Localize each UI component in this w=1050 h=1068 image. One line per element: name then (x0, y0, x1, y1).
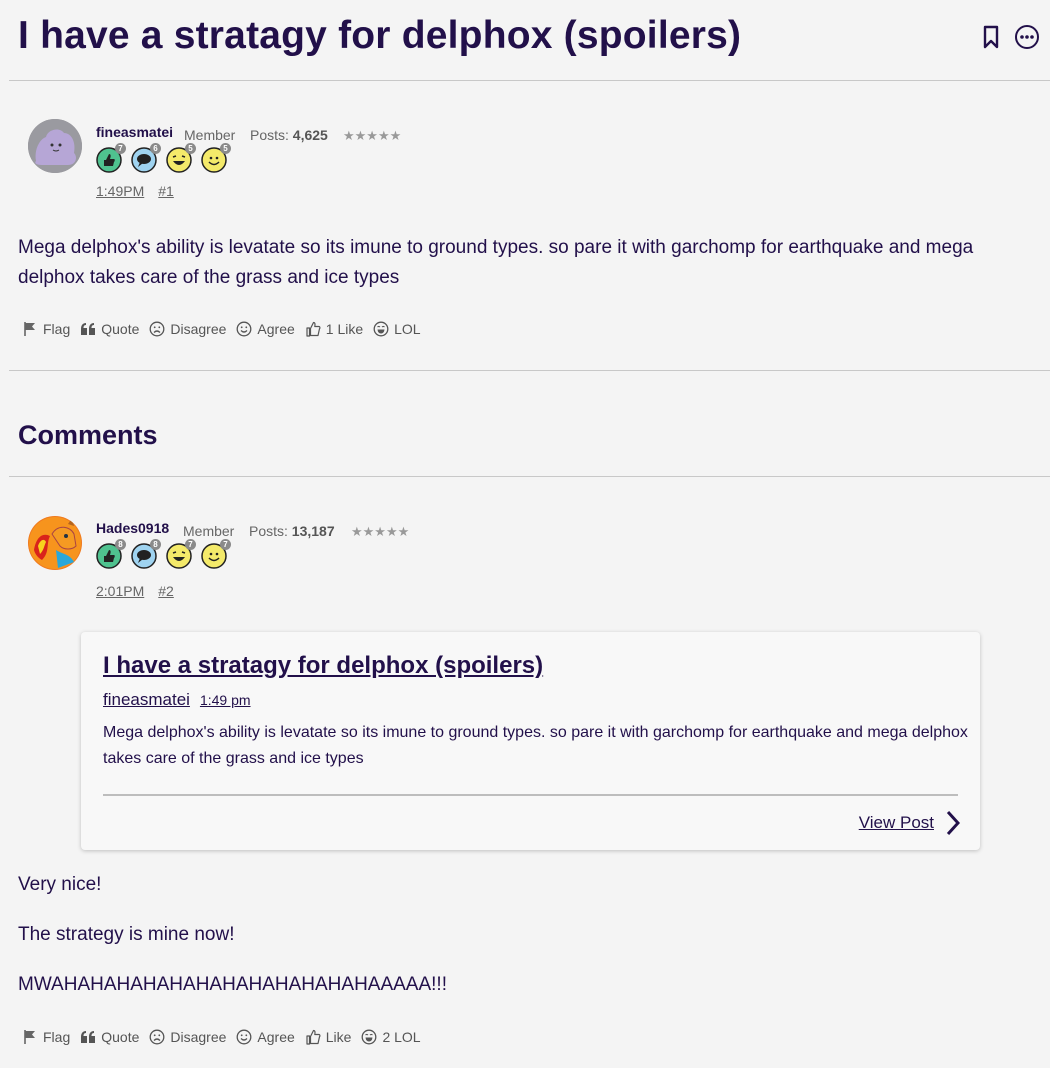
view-post-link[interactable]: View Post (859, 810, 960, 836)
flag-icon (24, 1030, 35, 1044)
divider (103, 794, 958, 796)
post-number[interactable]: #2 (158, 583, 174, 599)
agree-button[interactable]: Agree (236, 1029, 295, 1045)
badge-list: 8 8 7 7 (96, 539, 231, 569)
quote-button[interactable]: Quote (80, 1029, 139, 1045)
quoted-post-meta: fineasmatei 1:49 pm (103, 690, 251, 710)
rank-stars: ★★★★★ (343, 128, 402, 143)
thread-title: I have a stratagy for delphox (spoilers) (18, 14, 742, 57)
quoted-post-time[interactable]: 1:49 pm (200, 692, 251, 708)
quoted-post-author[interactable]: fineasmatei (103, 690, 190, 710)
comment-line: Very nice! (18, 874, 102, 895)
comment-line: The strategy is mine now! (18, 924, 235, 945)
disagree-button[interactable]: Disagree (149, 321, 226, 337)
lol-badge-icon[interactable]: 7 (166, 539, 196, 569)
frown-icon (149, 321, 165, 337)
lol-button[interactable]: LOL (373, 321, 421, 337)
rank-stars: ★★★★★ (351, 524, 410, 539)
post-time[interactable]: 2:01PM (96, 583, 144, 599)
post-body: Mega delphox's ability is levatate so it… (18, 237, 974, 288)
avatar[interactable] (28, 516, 82, 570)
thumbs-up-icon (306, 1029, 321, 1045)
quoted-post-text: Mega delphox's ability is levatate so it… (103, 724, 968, 767)
agree-button[interactable]: Agree (236, 321, 295, 337)
post-count: Posts: 4,625 (250, 127, 328, 143)
post-number[interactable]: #1 (158, 183, 174, 199)
like-button[interactable]: Like (305, 1029, 351, 1045)
flag-button[interactable]: Flag (22, 321, 70, 337)
divider (9, 370, 1050, 371)
agree-badge-icon[interactable]: 7 (201, 539, 231, 569)
like-button[interactable]: 1 Like (305, 321, 363, 337)
quote-icon (81, 1031, 96, 1043)
post-time[interactable]: 1:49PM (96, 183, 144, 199)
divider (9, 476, 1050, 477)
flag-icon (24, 322, 35, 336)
quote-icon (81, 323, 96, 335)
quote-button[interactable]: Quote (80, 321, 139, 337)
comments-heading: Comments (18, 420, 158, 450)
post-meta: 2:01PM #2 (96, 583, 174, 599)
post-actions: Flag Quote Disagree Agree 1 Like LOL (22, 321, 421, 337)
quoted-post-title[interactable]: I have a stratagy for delphox (spoilers) (103, 652, 543, 680)
smile-icon (236, 321, 252, 337)
more-options-icon[interactable] (1014, 24, 1040, 55)
post-actions: Flag Quote Disagree Agree Like 2 LOL (22, 1029, 421, 1045)
badge-list: 7 6 5 5 (96, 143, 231, 173)
agree-badge-icon[interactable]: 5 (201, 143, 231, 173)
username[interactable]: Hades0918 (96, 520, 169, 536)
user-role: Member (183, 523, 235, 539)
comment-line: MWAHAHAHAHAHAHAHAHAHAHAHAHAAAAA!!! (18, 974, 447, 995)
post-meta: 1:49PM #1 (96, 183, 174, 199)
laugh-icon (373, 321, 389, 337)
lol-badge-icon[interactable]: 5 (166, 143, 196, 173)
laugh-icon (362, 1029, 377, 1045)
bookmark-icon[interactable] (982, 25, 1000, 54)
username[interactable]: fineasmatei (96, 124, 173, 140)
divider (9, 80, 1050, 81)
like-badge-icon[interactable]: 7 (96, 143, 126, 173)
like-badge-icon[interactable]: 8 (96, 539, 126, 569)
comment-badge-icon[interactable]: 8 (131, 539, 161, 569)
quoted-post-card: I have a stratagy for delphox (spoilers)… (81, 632, 980, 850)
comment-badge-icon[interactable]: 6 (131, 143, 161, 173)
disagree-button[interactable]: Disagree (149, 1029, 226, 1045)
thumbs-up-icon (306, 321, 321, 337)
avatar[interactable] (28, 119, 82, 173)
user-role: Member (184, 127, 236, 143)
lol-button[interactable]: 2 LOL (361, 1029, 421, 1045)
frown-icon (149, 1029, 165, 1045)
chevron-right-icon (946, 810, 960, 836)
smile-icon (236, 1029, 252, 1045)
flag-button[interactable]: Flag (22, 1029, 70, 1045)
post-count: Posts: 13,187 (249, 523, 335, 539)
